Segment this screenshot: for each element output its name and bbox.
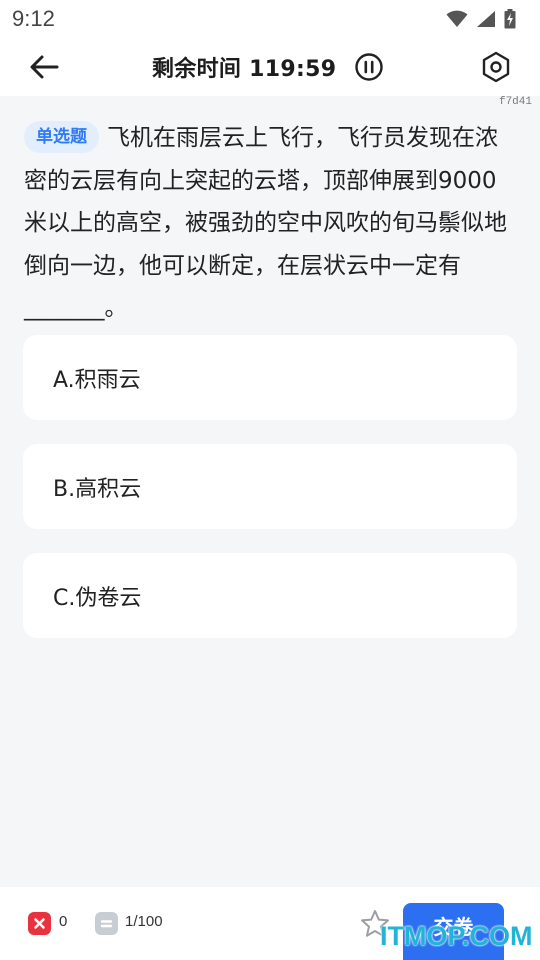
watermark: ITMOP.COM xyxy=(380,921,533,951)
settings-button[interactable] xyxy=(479,50,513,84)
option-label: B.高积云 xyxy=(53,476,142,502)
option-c[interactable]: C.伪卷云 xyxy=(23,553,517,638)
exam-header: 剩余时间 119:59 xyxy=(0,38,540,96)
question-text: 飞机在雨层云上飞行，飞行员发现在浓密的云层有向上突起的云塔，顶部伸展到9000米… xyxy=(24,125,507,321)
question-code: f7d41 xyxy=(498,96,532,108)
pause-button[interactable] xyxy=(354,52,384,82)
back-button[interactable] xyxy=(28,53,60,81)
question-progress[interactable]: 1/100 xyxy=(125,913,163,930)
option-a[interactable]: A.积雨云 xyxy=(23,335,517,420)
question-block: 单选题 飞机在雨层云上飞行，飞行员发现在浓密的云层有向上突起的云塔，顶部伸展到90… xyxy=(24,117,516,330)
wifi-icon xyxy=(446,10,468,27)
question-type-tag: 单选题 xyxy=(24,121,99,153)
remaining-time-label: 剩余时间 119:59 xyxy=(152,57,337,82)
option-label: C.伪卷云 xyxy=(53,585,142,611)
arrow-left-icon xyxy=(30,55,59,79)
status-icons xyxy=(446,9,516,29)
pause-circle-icon xyxy=(355,53,383,81)
option-b[interactable]: B.高积云 xyxy=(23,444,517,529)
battery-charging-icon xyxy=(504,9,516,29)
timer-group: 剩余时间 119:59 xyxy=(152,38,384,96)
settings-hexagon-icon xyxy=(482,51,510,83)
option-label: A.积雨云 xyxy=(53,367,141,393)
status-bar: 9:12 xyxy=(0,0,540,38)
status-time: 9:12 xyxy=(12,6,55,31)
wrong-count-icon xyxy=(28,912,51,935)
answer-sheet-icon[interactable] xyxy=(95,912,118,935)
cell-signal-icon xyxy=(477,11,495,27)
wrong-count: 0 xyxy=(59,913,68,930)
